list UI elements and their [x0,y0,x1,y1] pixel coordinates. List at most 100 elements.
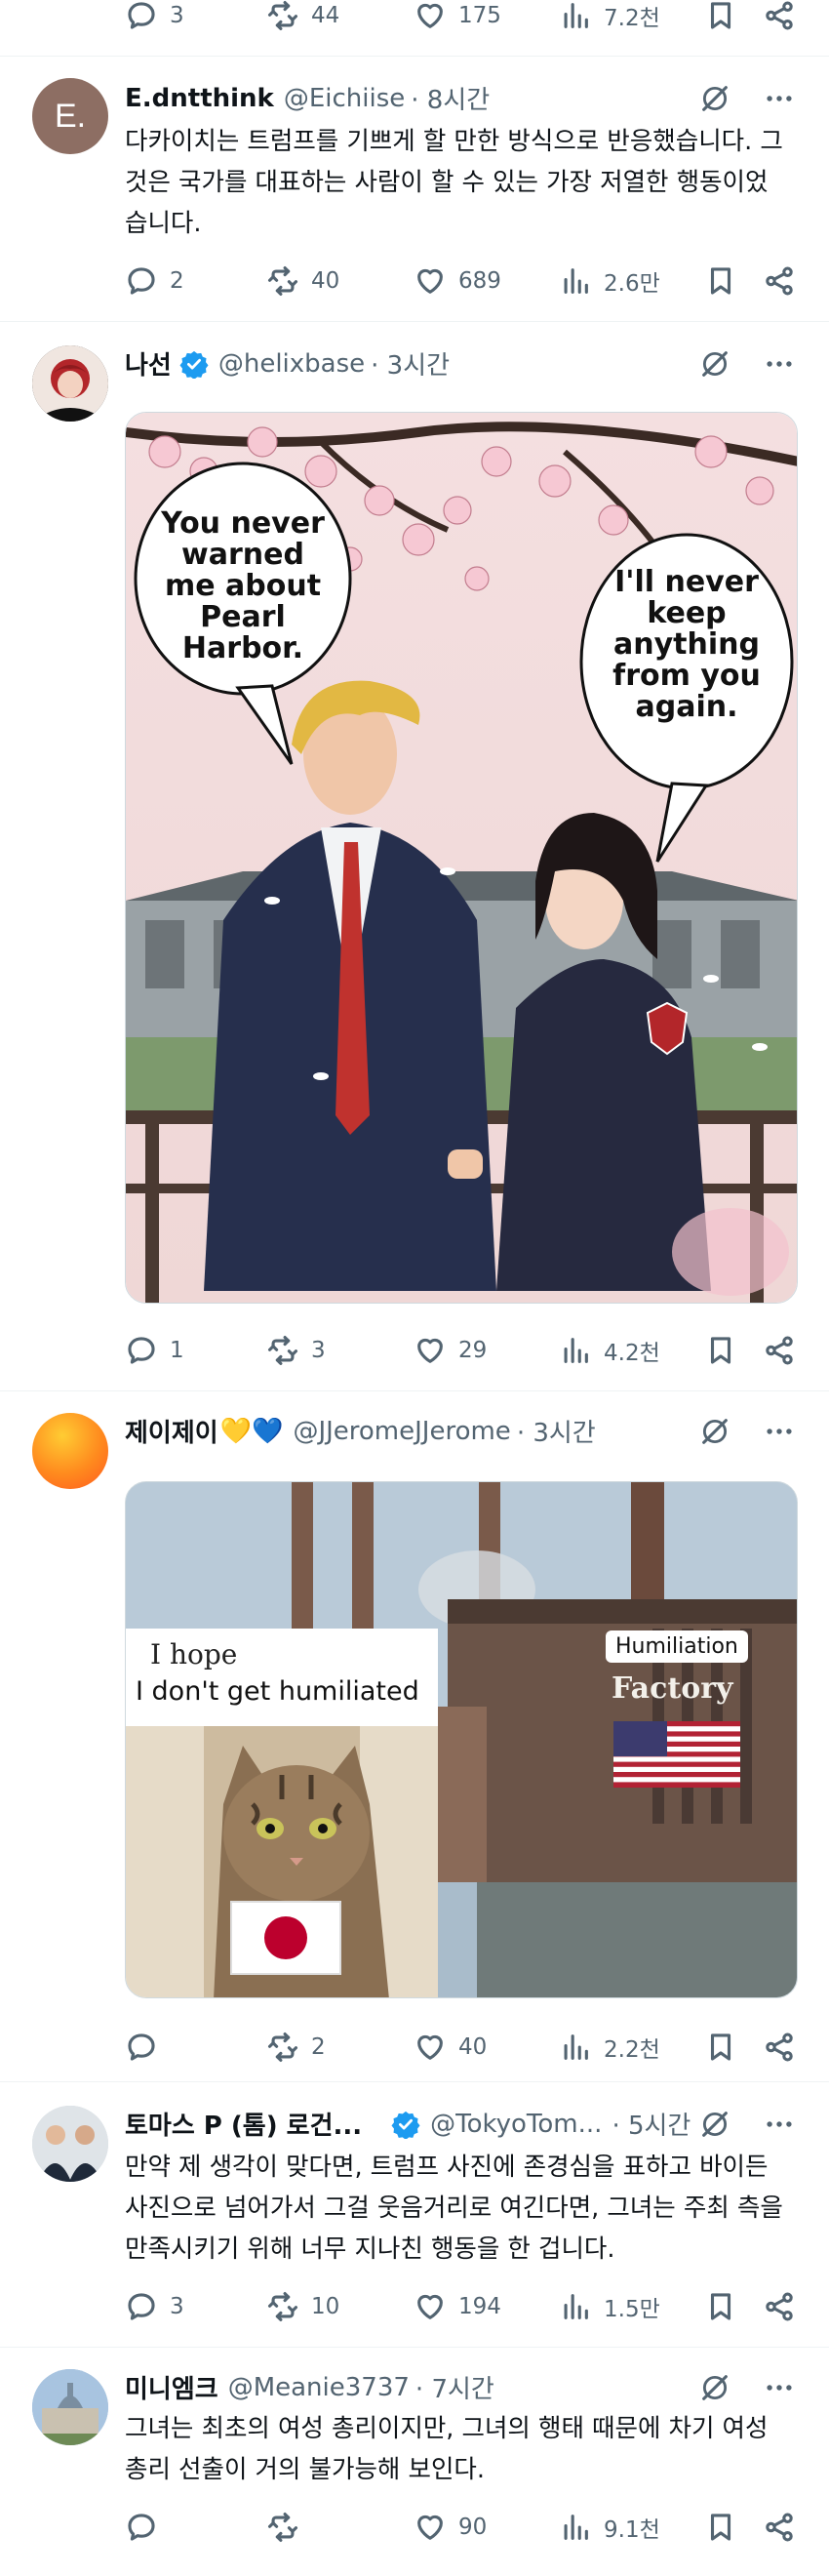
more-icon [767,361,792,367]
tweet-image[interactable]: I hope I don't get humiliated Humiliatio… [125,1481,798,1998]
like-button[interactable]: 194 [414,2277,501,2336]
tweet-header: 미니엠크 @Meanie3737 · 7시간 [125,2369,494,2405]
bookmark-button[interactable] [704,2277,737,2336]
retweet-button[interactable]: 40 [266,252,339,310]
reply-button[interactable]: 3 [125,2277,184,2336]
retweet-button[interactable] [266,2498,299,2556]
author-handle[interactable]: @JJeromeJJerome [293,1417,510,1446]
reply-icon [125,0,158,32]
action-bar: 2 40 689 2.6만 [0,252,829,310]
share-button[interactable] [763,1321,796,1380]
action-bar: 1 3 29 4.2천 [0,1321,829,1380]
timestamp[interactable]: · 7시간 [415,2369,494,2405]
avatar-image [32,345,108,422]
like-button[interactable]: 90 [414,2498,487,2556]
reply-button[interactable]: 1 [125,1321,184,1380]
bookmark-icon [704,264,737,298]
verified-badge-icon [179,350,209,379]
share-button[interactable] [763,252,796,310]
share-button[interactable] [763,2498,796,2556]
like-icon [414,0,447,32]
avatar[interactable] [32,2106,108,2182]
bookmark-button[interactable] [704,2018,737,2076]
share-button[interactable] [763,0,796,45]
author-handle[interactable]: @TokyoTom... [430,2110,602,2139]
retweet-count: 2 [311,2034,326,2060]
author-name[interactable]: E.dntthink [125,84,274,113]
avatar[interactable] [32,345,108,422]
bookmark-button[interactable] [704,2498,737,2556]
grok-button[interactable] [698,1415,731,1448]
share-icon [763,1334,796,1367]
views-button[interactable]: 9.1천 [559,2498,660,2556]
grok-button[interactable] [698,82,731,115]
tweet[interactable]: 제이제이 💛💙 @JJeromeJJerome · 3시간 I hope I d… [0,1391,829,2080]
retweet-icon [266,2511,299,2544]
more-button[interactable] [763,347,796,381]
like-count: 40 [458,2034,488,2060]
verified-badge-icon [391,2111,420,2139]
like-button[interactable]: 175 [414,0,501,45]
reply-button[interactable] [125,2498,158,2556]
author-handle[interactable]: @Eichiise [284,84,405,113]
avatar[interactable]: E. [32,78,108,154]
retweet-icon [266,0,299,32]
grok-button[interactable] [698,347,731,381]
more-button[interactable] [763,1415,796,1448]
views-button[interactable]: 1.5만 [559,2277,660,2336]
views-button[interactable]: 4.2천 [559,1321,660,1380]
share-icon [763,2031,796,2064]
action-bar: 3 10 194 1.5만 [0,2277,829,2336]
views-button[interactable]: 7.2천 [559,0,660,45]
retweet-button[interactable]: 10 [266,2277,339,2336]
author-name[interactable]: 토마스 P (톰) 로건... [125,2106,362,2142]
retweet-count: 44 [311,3,340,28]
retweet-button[interactable]: 44 [266,0,339,45]
timestamp[interactable]: · 3시간 [371,345,450,382]
share-button[interactable] [763,2277,796,2336]
avatar[interactable] [32,2369,108,2445]
tweet[interactable]: 미니엠크 @Meanie3737 · 7시간 그녀는 최초의 여성 총리이지만,… [0,2348,829,2576]
retweet-count: 40 [311,268,340,294]
reply-button[interactable]: 3 [125,0,184,45]
author-name[interactable]: 나선 [125,345,172,382]
author-handle[interactable]: @helixbase [218,349,365,379]
reply-icon [125,2511,158,2544]
grok-icon [702,2112,728,2137]
author-name[interactable]: 제이제이 [125,1413,218,1449]
grok-button[interactable] [698,2108,731,2141]
like-count: 194 [458,2294,501,2319]
tweet[interactable]: 토마스 P (톰) 로건... @TokyoTom... · 5시간 만약 제 … [0,2082,829,2344]
grok-button[interactable] [698,2371,731,2404]
timestamp[interactable]: · 8시간 [411,80,490,116]
share-icon [763,0,796,32]
more-button[interactable] [763,2108,796,2141]
tweet[interactable]: E. E.dntthink @Eichiise · 8시간 다카이치는 트럼프를… [0,57,829,318]
author-name[interactable]: 미니엠크 [125,2369,218,2405]
timestamp[interactable]: · 5시간 [612,2106,691,2142]
retweet-button[interactable]: 2 [266,2018,326,2076]
avatar[interactable] [32,1413,108,1489]
more-button[interactable] [763,82,796,115]
author-handle[interactable]: @Meanie3737 [228,2373,410,2402]
like-count: 175 [458,3,501,28]
bookmark-button[interactable] [704,0,737,45]
like-button[interactable]: 40 [414,2018,487,2076]
views-button[interactable]: 2.2천 [559,2018,660,2076]
avatar-image [32,2106,108,2182]
reply-button[interactable]: 2 [125,252,184,310]
retweet-button[interactable]: 3 [266,1321,326,1380]
like-button[interactable]: 29 [414,1321,487,1380]
reply-button[interactable] [125,2018,158,2076]
share-button[interactable] [763,2018,796,2076]
like-button[interactable]: 689 [414,252,501,310]
tweet[interactable]: 나선 @helixbase · 3시간 You never warned me … [0,322,829,1388]
more-button[interactable] [763,2371,796,2404]
views-button[interactable]: 2.6만 [559,252,660,310]
bookmark-button[interactable] [704,1321,737,1380]
bookmark-button[interactable] [704,252,737,310]
tweet-text: 만약 제 생각이 맞다면, 트럼프 사진에 존경심을 표하고 바이든 사진으로 … [125,2153,783,2264]
tweet-image[interactable]: You never warned me about Pearl Harbor. … [125,412,798,1304]
tweet-header: 제이제이 💛💙 @JJeromeJJerome · 3시간 [125,1413,596,1449]
timestamp[interactable]: · 3시간 [517,1413,596,1449]
